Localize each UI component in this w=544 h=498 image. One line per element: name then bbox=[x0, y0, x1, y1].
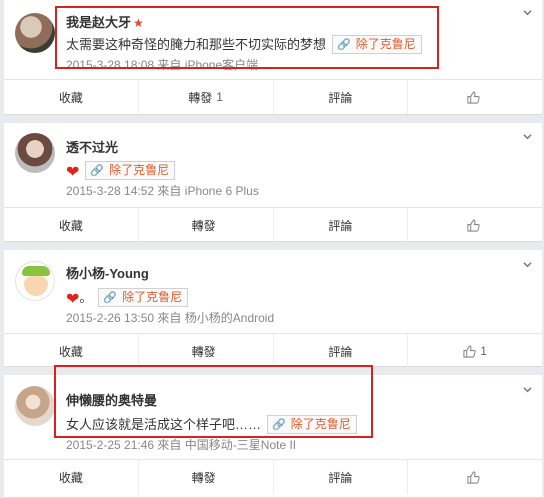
avatar[interactable] bbox=[15, 13, 55, 53]
post-meta: 2015-2-26 13:50 來自 杨小杨的Android bbox=[66, 309, 274, 326]
username[interactable]: 杨小杨-Young bbox=[66, 263, 149, 282]
album-tag[interactable]: 🔗 除了克鲁尼 bbox=[98, 288, 189, 307]
like-button[interactable]: 1 bbox=[408, 334, 542, 368]
avatar[interactable] bbox=[15, 261, 55, 301]
via-label: 來自 bbox=[157, 311, 182, 325]
comment-button[interactable]: 評論 bbox=[274, 208, 409, 242]
thumbs-up-icon bbox=[463, 344, 476, 358]
favorite-button[interactable]: 收藏 bbox=[4, 460, 139, 494]
like-button[interactable] bbox=[408, 208, 542, 242]
post-time[interactable]: 2015-3-28 14:52 bbox=[66, 184, 154, 198]
post-card: 透不过光 ❤ 🔗 除了克鲁尼 2015-3-28 14:52 來自 iPhone 6… bbox=[4, 123, 542, 242]
album-tag[interactable]: 🔗 除了克鲁尼 bbox=[85, 161, 176, 180]
chevron-down-icon[interactable] bbox=[523, 132, 532, 141]
action-bar: 收藏 轉發 1 評論 bbox=[4, 79, 542, 114]
action-bar: 收藏 轉發 評論 1 bbox=[4, 333, 542, 368]
favorite-button[interactable]: 收藏 bbox=[4, 334, 139, 368]
heart-icon: ❤ bbox=[66, 291, 80, 308]
chevron-down-icon[interactable] bbox=[523, 385, 532, 394]
link-icon: 🔗 bbox=[90, 165, 105, 177]
action-bar: 收藏 轉發 評論 bbox=[4, 207, 542, 242]
like-button[interactable] bbox=[408, 460, 542, 494]
chevron-down-icon[interactable] bbox=[523, 260, 532, 269]
repost-button[interactable]: 轉發 1 bbox=[139, 80, 274, 114]
post-source[interactable]: iPhone 6 Plus bbox=[185, 184, 259, 198]
link-icon: 🔗 bbox=[103, 292, 118, 304]
repost-button[interactable]: 轉發 bbox=[139, 460, 274, 494]
repost-button[interactable]: 轉發 bbox=[139, 208, 274, 242]
thumbs-up-icon bbox=[467, 90, 480, 104]
post-card: 杨小杨-Young ❤。 🔗 除了克鲁尼 2015-2-26 13:50 來自 杨小… bbox=[4, 250, 542, 368]
avatar[interactable] bbox=[15, 133, 55, 173]
avatar[interactable] bbox=[15, 386, 55, 426]
via-label: 來自 bbox=[157, 438, 182, 452]
favorite-button[interactable]: 收藏 bbox=[4, 208, 139, 242]
post-time[interactable]: 2015-2-26 13:50 bbox=[66, 311, 154, 325]
post-time[interactable]: 2015-2-25 21:46 bbox=[66, 438, 154, 452]
post-source[interactable]: 杨小杨的Android bbox=[185, 311, 274, 325]
highlight-box bbox=[54, 365, 373, 438]
like-button[interactable] bbox=[408, 80, 542, 114]
thumbs-up-icon bbox=[467, 218, 480, 232]
comment-button[interactable]: 評論 bbox=[274, 460, 409, 494]
thumbs-up-icon bbox=[467, 470, 480, 484]
post-source[interactable]: 中国移动-三星Note II bbox=[185, 438, 296, 452]
chevron-down-icon[interactable] bbox=[523, 8, 532, 17]
username[interactable]: 透不过光 bbox=[66, 137, 118, 156]
highlight-box bbox=[55, 6, 439, 69]
comment-button[interactable]: 評論 bbox=[274, 80, 409, 114]
post-text: ❤ 🔗 除了克鲁尼 bbox=[66, 161, 176, 182]
favorite-button[interactable]: 收藏 bbox=[4, 80, 139, 114]
post-meta: 2015-3-28 14:52 來自 iPhone 6 Plus bbox=[66, 182, 259, 199]
comment-button[interactable]: 評論 bbox=[274, 334, 409, 368]
action-bar: 收藏 轉發 評論 bbox=[4, 459, 542, 494]
post-text: ❤。 🔗 除了克鲁尼 bbox=[66, 287, 189, 309]
heart-icon: ❤ bbox=[66, 164, 80, 181]
via-label: 來自 bbox=[157, 184, 182, 198]
post-meta: 2015-2-25 21:46 來自 中国移动-三星Note II bbox=[66, 436, 296, 453]
repost-button[interactable]: 轉發 bbox=[139, 334, 274, 368]
